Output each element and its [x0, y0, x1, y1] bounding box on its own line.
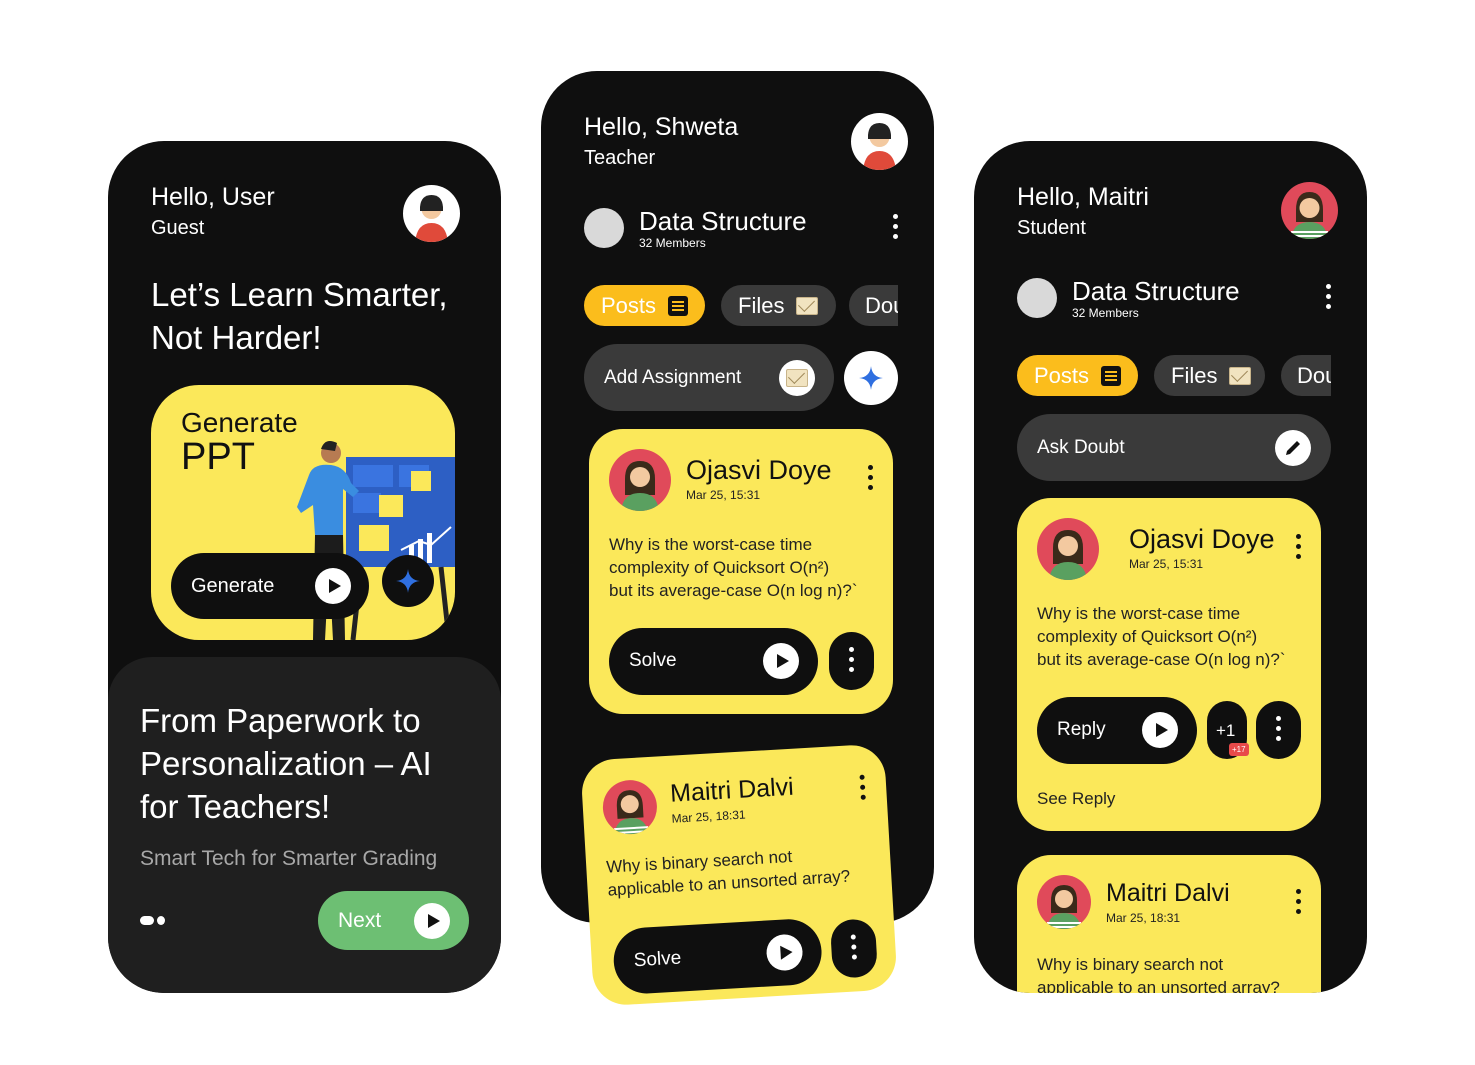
avatar-icon — [1047, 885, 1081, 929]
intro-panel: From Paperwork to Personalization – AI f… — [108, 657, 501, 993]
more-options-icon[interactable] — [857, 774, 866, 800]
tab-files[interactable]: Files — [721, 285, 836, 326]
more-options-icon[interactable] — [1294, 534, 1302, 559]
post-date: Mar 25, 15:31 — [1129, 557, 1204, 571]
more-options-icon[interactable] — [1324, 284, 1332, 309]
tab-files[interactable]: Files — [1154, 355, 1265, 396]
promo-title: Generate PPT — [181, 407, 298, 478]
play-icon — [765, 933, 804, 972]
greeting: Hello, User — [151, 183, 275, 211]
tab-posts[interactable]: Posts — [584, 285, 705, 326]
generate-ppt-card[interactable]: Generate PPT Generate — [151, 385, 455, 640]
author-avatar — [601, 778, 659, 836]
group-members: 32 Members — [1072, 306, 1139, 320]
generate-button[interactable]: Generate — [171, 553, 369, 619]
post-author: Ojasvi Doye — [1129, 524, 1275, 554]
panel-subtitle: Smart Tech for Smarter Grading — [140, 847, 438, 870]
next-button[interactable]: Next — [318, 891, 469, 950]
phone-student-screen: Hello, Maitri Student Data Structure 32 … — [974, 141, 1367, 993]
post-author: Ojasvi Doye — [686, 455, 832, 485]
phone-guest-screen: Hello, User Guest Let’s Learn Smarter, N… — [108, 141, 501, 993]
tab-posts[interactable]: Posts — [1017, 355, 1138, 396]
list-icon — [1101, 365, 1122, 386]
user-role: Teacher — [584, 147, 656, 169]
avatar-icon — [621, 461, 659, 511]
group-avatar — [584, 208, 624, 248]
more-options-icon[interactable] — [891, 214, 899, 239]
author-avatar — [1037, 518, 1099, 580]
headline: Let’s Learn Smarter, Not Harder! — [151, 276, 448, 356]
avatar[interactable] — [1281, 182, 1338, 239]
pencil-icon — [1286, 441, 1300, 455]
tab-doubts[interactable]: Dou — [849, 285, 898, 326]
see-reply-link[interactable]: See Reply — [1037, 789, 1115, 809]
post-question: Why is binary search not applicable to a… — [605, 846, 851, 900]
greeting: Hello, Maitri — [1017, 183, 1149, 211]
more-options-icon — [849, 934, 858, 960]
post-author: Maitri Dalvi — [1106, 879, 1230, 907]
user-role: Guest — [151, 217, 205, 239]
reply-button[interactable]: Reply — [1037, 697, 1197, 764]
ai-sparkle-button[interactable] — [382, 555, 434, 607]
play-icon — [315, 568, 351, 604]
post-author: Maitri Dalvi — [669, 772, 795, 808]
avatar-icon — [863, 123, 896, 170]
play-icon — [414, 903, 450, 939]
notification-badge: +17 — [1229, 743, 1249, 756]
tab-doubts[interactable]: Dou — [1281, 355, 1331, 396]
avatar[interactable] — [403, 185, 460, 242]
more-options-icon — [1274, 716, 1282, 741]
avatar-icon — [1291, 192, 1328, 239]
post-date: Mar 25, 18:31 — [671, 807, 746, 826]
more-actions-button[interactable] — [1256, 701, 1301, 759]
avatar-icon — [614, 790, 649, 836]
post-card[interactable]: Maitri Dalvi Mar 25, 18:31 Why is binary… — [1017, 855, 1321, 993]
envelope-icon — [786, 369, 808, 387]
more-options-icon[interactable] — [866, 465, 874, 490]
solve-button[interactable]: Solve — [609, 628, 818, 695]
group-name[interactable]: Data Structure — [1072, 276, 1240, 307]
solve-button[interactable]: Solve — [611, 917, 824, 996]
post-card[interactable]: Ojasvi Doye Mar 25, 15:31 Why is the wor… — [589, 429, 893, 714]
post-question: Why is binary search not applicable to a… — [1037, 955, 1280, 993]
envelope-icon — [796, 296, 819, 315]
more-options-icon — [847, 647, 855, 672]
post-question: Why is the worst-case time complexity of… — [609, 535, 858, 600]
ai-sparkle-button[interactable] — [844, 351, 898, 405]
post-date: Mar 25, 18:31 — [1106, 911, 1181, 925]
group-avatar — [1017, 278, 1057, 318]
list-icon — [668, 295, 689, 316]
page-dot-active — [140, 916, 154, 925]
more-actions-button[interactable] — [829, 918, 879, 979]
edit-button[interactable] — [1275, 430, 1311, 466]
sparkle-icon — [859, 366, 883, 390]
group-name[interactable]: Data Structure — [639, 206, 807, 237]
page-indicator[interactable] — [140, 916, 166, 926]
avatar[interactable] — [851, 113, 908, 170]
avatar-icon — [415, 195, 448, 242]
post-question: Why is the worst-case time complexity of… — [1037, 604, 1286, 669]
sparkle-icon — [396, 569, 420, 593]
play-icon — [1142, 712, 1178, 748]
reply-count-button[interactable]: +1 +17 — [1207, 701, 1249, 759]
post-card[interactable]: Ojasvi Doye Mar 25, 15:31 Why is the wor… — [1017, 498, 1321, 831]
more-actions-button[interactable] — [829, 632, 874, 690]
post-date: Mar 25, 15:31 — [686, 488, 761, 502]
post-card[interactable]: Maitri Dalvi Mar 25, 18:31 Why is binary… — [580, 743, 898, 1007]
greeting: Hello, Shweta — [584, 113, 739, 141]
add-assignment-input[interactable]: Add Assignment — [584, 344, 834, 411]
group-members: 32 Members — [639, 236, 706, 250]
page-dot — [157, 916, 165, 925]
avatar-icon — [1049, 530, 1087, 580]
more-options-icon[interactable] — [1294, 889, 1302, 914]
panel-title: From Paperwork to Personalization – AI f… — [140, 702, 432, 825]
user-role: Student — [1017, 217, 1086, 239]
envelope-icon — [1229, 366, 1252, 385]
author-avatar — [609, 449, 671, 511]
play-icon — [763, 643, 799, 679]
ask-doubt-input[interactable]: Ask Doubt — [1017, 414, 1331, 481]
attach-envelope-button[interactable] — [779, 360, 815, 396]
author-avatar — [1037, 875, 1091, 929]
